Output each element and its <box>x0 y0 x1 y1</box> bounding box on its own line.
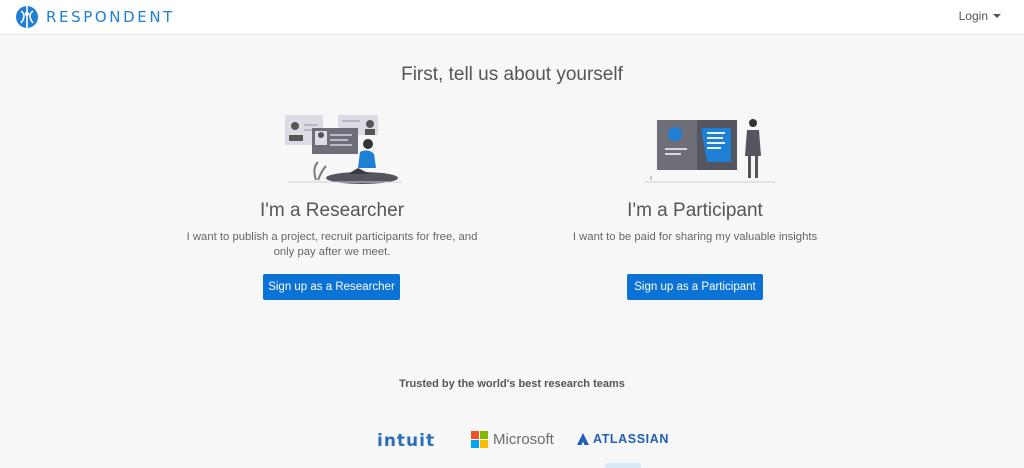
atlassian-triangle-icon <box>577 433 589 445</box>
microsoft-squares-icon <box>471 431 488 448</box>
brand-name: RESPONDENT <box>46 8 175 26</box>
researcher-option: I'm a Researcher I want to publish a pro… <box>182 110 482 260</box>
microsoft-logo: Microsoft <box>471 431 554 448</box>
login-label: Login <box>958 9 988 23</box>
researcher-title: I'm a Researcher <box>259 200 405 221</box>
participant-option: I'm a Participant I want to be paid for … <box>545 110 845 245</box>
researcher-illustration <box>285 115 402 184</box>
page-title: First, tell us about yourself <box>401 64 623 85</box>
sign-up-researcher-button[interactable]: Sign up as a Researcher <box>263 274 400 300</box>
top-navigation-bar: RESPONDENT Login <box>0 0 1024 35</box>
trusted-heading: Trusted by the world's best research tea… <box>399 378 625 390</box>
participant-description: I want to be paid for sharing my valuabl… <box>572 231 818 243</box>
respondent-logo-icon <box>16 6 38 28</box>
microsoft-wordmark: Microsoft <box>493 431 554 448</box>
participant-title: I'm a Participant <box>627 200 763 221</box>
brand-home-link[interactable]: RESPONDENT <box>15 5 175 29</box>
atlassian-logo: ATLASSIAN <box>577 432 669 446</box>
sign-up-participant-button[interactable]: Sign up as a Participant <box>627 274 763 300</box>
atlassian-wordmark: ATLASSIAN <box>593 432 669 446</box>
researcher-description: I want to publish a project, recruit par… <box>186 231 478 258</box>
intuit-logo: intuit <box>377 431 436 451</box>
caret-down-icon <box>993 14 1001 18</box>
partial-logo-strip <box>605 463 641 468</box>
participant-illustration <box>645 119 775 183</box>
customer-logos: intuit Microsoft ATLASSIAN <box>0 428 1024 458</box>
login-dropdown[interactable]: Login <box>959 9 1001 23</box>
